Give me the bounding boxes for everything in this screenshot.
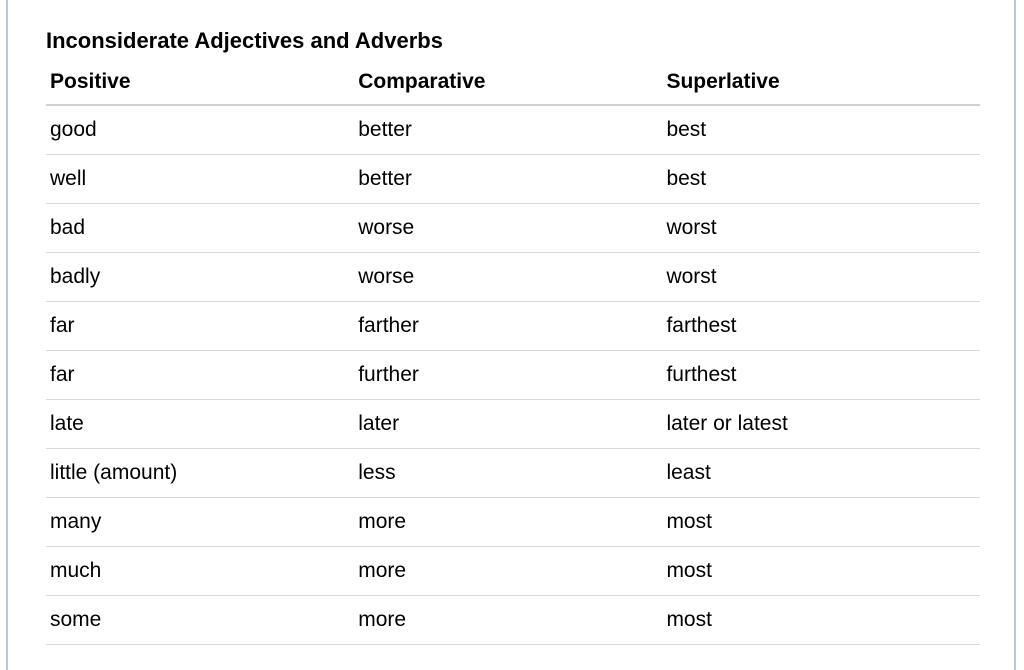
cell-positive: bad <box>46 204 354 253</box>
cell-positive: well <box>46 155 354 204</box>
cell-superlative: most <box>662 596 980 645</box>
cell-superlative: worst <box>662 253 980 302</box>
cell-comparative: worse <box>354 204 662 253</box>
table-row: well better best <box>46 155 980 204</box>
cell-superlative: best <box>662 105 980 155</box>
cell-comparative: more <box>354 498 662 547</box>
cell-comparative: better <box>354 105 662 155</box>
cell-positive: late <box>46 400 354 449</box>
cell-positive: far <box>46 302 354 351</box>
cell-comparative: further <box>354 351 662 400</box>
table-header-row: Positive Comparative Superlative <box>46 64 980 105</box>
cell-positive: badly <box>46 253 354 302</box>
cell-positive: good <box>46 105 354 155</box>
table-row: badly worse worst <box>46 253 980 302</box>
cell-comparative: less <box>354 449 662 498</box>
table-row: far further furthest <box>46 351 980 400</box>
cell-positive: far <box>46 351 354 400</box>
header-comparative: Comparative <box>354 64 662 105</box>
cell-superlative: best <box>662 155 980 204</box>
table-row: much more most <box>46 547 980 596</box>
header-superlative: Superlative <box>662 64 980 105</box>
table-row: good better best <box>46 105 980 155</box>
adjectives-table: Positive Comparative Superlative good be… <box>46 64 980 645</box>
table-body: good better best well better best bad wo… <box>46 105 980 645</box>
header-positive: Positive <box>46 64 354 105</box>
cell-comparative: farther <box>354 302 662 351</box>
cell-comparative: more <box>354 547 662 596</box>
table-row: far farther farthest <box>46 302 980 351</box>
cell-comparative: worse <box>354 253 662 302</box>
table-row: many more most <box>46 498 980 547</box>
cell-comparative: better <box>354 155 662 204</box>
cell-superlative: worst <box>662 204 980 253</box>
page-title: Inconsiderate Adjectives and Adverbs <box>46 28 980 54</box>
cell-positive: some <box>46 596 354 645</box>
cell-superlative: furthest <box>662 351 980 400</box>
table-row: bad worse worst <box>46 204 980 253</box>
table-row: some more most <box>46 596 980 645</box>
table-row: little (amount) less least <box>46 449 980 498</box>
cell-positive: little (amount) <box>46 449 354 498</box>
document-frame: Inconsiderate Adjectives and Adverbs Pos… <box>6 0 1016 670</box>
table-row: late later later or latest <box>46 400 980 449</box>
cell-comparative: later <box>354 400 662 449</box>
cell-superlative: most <box>662 547 980 596</box>
cell-superlative: farthest <box>662 302 980 351</box>
cell-superlative: later or latest <box>662 400 980 449</box>
cell-comparative: more <box>354 596 662 645</box>
cell-positive: many <box>46 498 354 547</box>
cell-superlative: least <box>662 449 980 498</box>
cell-superlative: most <box>662 498 980 547</box>
cell-positive: much <box>46 547 354 596</box>
